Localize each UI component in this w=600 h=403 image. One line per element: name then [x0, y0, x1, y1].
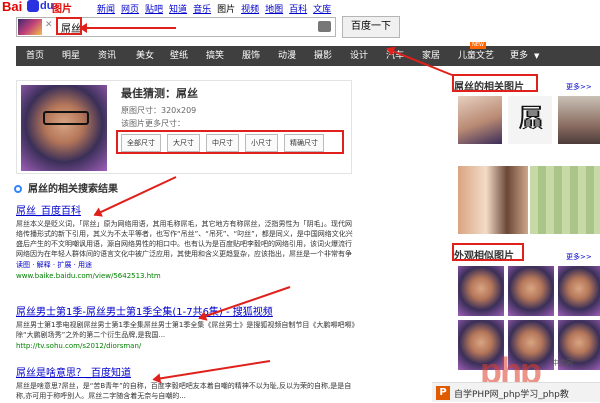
result-title-link[interactable]: 屌丝男士第1季-屌丝男士第1季全集(1-7共6集) - 搜狐视频: [16, 303, 356, 318]
related-image[interactable]: [458, 166, 528, 234]
related-more-link[interactable]: 更多>>: [566, 82, 592, 92]
similar-image[interactable]: [508, 266, 554, 316]
category-fashion[interactable]: 服饰: [242, 46, 260, 66]
result-item: 屌丝是啥意思？_百度知道 屌丝是啥意思?屌丝，是“苦B青年”的自称，百度李毅吧吧…: [16, 364, 356, 401]
category-design[interactable]: 设计: [350, 46, 368, 66]
logo-image-label: 图片: [52, 4, 72, 15]
result-item: 屌丝_百度百科 屌丝本义是贬义词，「屌丝」原为网络用语，其用毛称屌毛，其它地方有…: [16, 202, 356, 280]
topnav-map[interactable]: 地图: [265, 2, 283, 15]
category-kids[interactable]: 儿童文艺: [458, 46, 494, 66]
category-more[interactable]: 更多: [510, 46, 528, 66]
category-news[interactable]: 资讯: [98, 46, 116, 66]
topnav-baike[interactable]: 百科: [289, 2, 307, 15]
result-title-link[interactable]: 屌丝是啥意思？_百度知道: [16, 364, 356, 379]
query-image-thumbnail: [18, 19, 42, 35]
category-home[interactable]: 首页: [26, 46, 44, 66]
guess-size: 原图尺寸：320x209: [121, 106, 197, 115]
similar-image[interactable]: [458, 266, 504, 316]
highlight-box-similar: [452, 243, 524, 261]
result-snippet: 屌丝男士第1季电视剧屌丝男士第1季全集屌丝男士第1季全集《屌丝男士》是搜狐视频自…: [16, 321, 355, 339]
guess-image[interactable]: [21, 85, 107, 171]
category-bar: 首页 明星 资讯 美女 壁纸 搞笑 服饰 动漫 摄影 设计 汽车 家居 儿童文艺…: [16, 46, 600, 66]
paw-icon: [27, 0, 39, 12]
baidu-logo[interactable]: Bai du 图片: [2, 0, 72, 15]
result-title-link[interactable]: 屌丝_百度百科: [16, 202, 356, 217]
watermark-bar: P 自学PHP网_php学习_php教: [432, 382, 600, 402]
category-anime[interactable]: 动漫: [278, 46, 296, 66]
watermark-bar-text: 自学PHP网_php学习_php教: [454, 390, 569, 400]
chevron-down-icon[interactable]: ▼: [534, 46, 539, 66]
related-image[interactable]: 屭: [508, 96, 552, 144]
result-snippet: 屌丝本义是贬义词，「屌丝」原为网络用语，其用毛称屌毛，其它地方有称屌丝，泛指男性…: [16, 220, 353, 258]
category-funny[interactable]: 搞笑: [206, 46, 224, 66]
topnav-zhidao[interactable]: 知道: [169, 2, 187, 15]
related-image[interactable]: [558, 96, 600, 144]
topnav-web[interactable]: 网页: [121, 2, 139, 15]
logo-bai: Bai: [2, 0, 23, 14]
related-results-heading: 屌丝的相关搜索结果: [14, 180, 118, 195]
close-icon[interactable]: ✕: [45, 20, 53, 30]
topnav-news[interactable]: 新闻: [97, 2, 115, 15]
related-image[interactable]: [458, 96, 502, 144]
guess-title: 最佳猜测：屌丝: [121, 87, 198, 100]
highlight-box-related: [452, 74, 538, 92]
guess-more-sizes-label: 该图片更多尺寸：: [121, 119, 185, 128]
result-url: www.baike.baidu.com/view/5642513.htm: [16, 272, 161, 280]
search-icon: [14, 185, 22, 193]
result-sub-links[interactable]: 读图 · 解释 · 扩展 · 用途: [16, 260, 356, 270]
similar-more-link[interactable]: 更多>>: [566, 252, 592, 262]
topnav-wenku[interactable]: 文库: [313, 2, 331, 15]
related-image[interactable]: [530, 166, 600, 234]
category-stars[interactable]: 明星: [62, 46, 80, 66]
topnav-video[interactable]: 视频: [241, 2, 259, 15]
best-guess-panel: 最佳猜测：屌丝 原图尺寸：320x209 该图片更多尺寸： 全部尺寸 大尺寸 中…: [16, 80, 352, 174]
category-beauty[interactable]: 美女: [136, 46, 154, 66]
category-wallpaper[interactable]: 壁纸: [170, 46, 188, 66]
search-button[interactable]: 百度一下: [342, 16, 400, 38]
php-logo-icon: P: [436, 386, 450, 400]
result-item: 屌丝男士第1季-屌丝男士第1季全集(1-7共6集) - 搜狐视频 屌丝男士第1季…: [16, 303, 356, 350]
new-badge: NEW: [470, 42, 486, 49]
top-nav: 新闻 网页 贴吧 知道 音乐 图片 视频 地图 百科 文库: [97, 2, 331, 15]
result-url: http://tv.sohu.com/s2012/diorsman/: [16, 342, 142, 350]
topnav-music[interactable]: 音乐: [193, 2, 211, 15]
topnav-tieba[interactable]: 贴吧: [145, 2, 163, 15]
camera-icon[interactable]: [318, 21, 331, 32]
category-photo[interactable]: 摄影: [314, 46, 332, 66]
result-snippet: 屌丝是啥意思?屌丝，是“苦B青年”的自称，百度李毅吧吧友本着自嘲的精神不以为耻,…: [16, 382, 352, 400]
annotation-arrow: [80, 27, 176, 29]
watermark-subtext: 中文网: [552, 359, 573, 367]
similar-image[interactable]: [558, 266, 600, 316]
topnav-images: 图片: [217, 5, 236, 15]
highlight-box-sizes: [116, 130, 344, 154]
